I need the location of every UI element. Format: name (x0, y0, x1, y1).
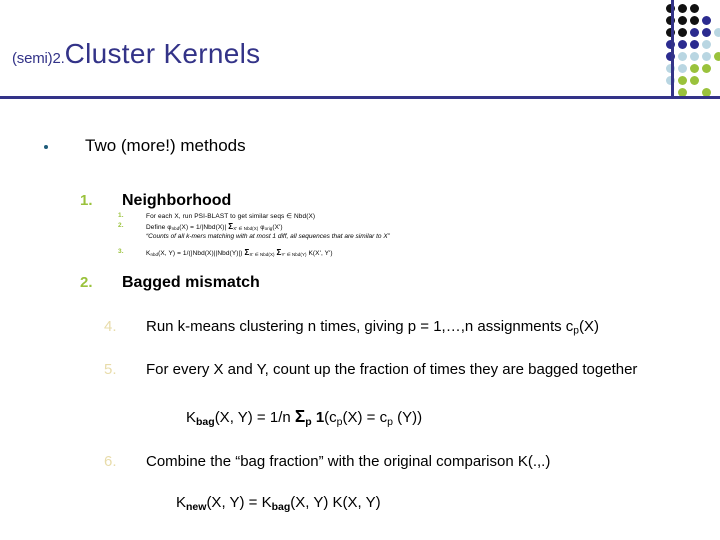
section-number: 2. (80, 274, 93, 291)
dot (690, 28, 699, 37)
sub-item-number: 3. (118, 248, 124, 255)
vertical-divider (671, 0, 674, 97)
title-main: Cluster Kernels (64, 38, 261, 69)
list-item-number: 6. (104, 453, 117, 470)
dot (678, 76, 687, 85)
sub-item-text: Knbd(X, Y) = 1/(|Nbd(X)||Nbd(Y)|) ΣX' ∈ … (146, 248, 333, 258)
list-item-number: 5. (104, 361, 117, 378)
dot (690, 40, 699, 49)
dot (702, 28, 711, 37)
dot (702, 52, 711, 61)
formula-kbag: Kbag(X, Y) = 1/n Σp 1(cp(X) = cp (Y)) (186, 406, 423, 428)
bullet-dot-icon (44, 145, 48, 149)
dot (714, 52, 720, 61)
dot (690, 52, 699, 61)
dot (690, 76, 699, 85)
dot (702, 64, 711, 73)
dot (678, 52, 687, 61)
section-label: Neighborhood (122, 192, 232, 209)
formula-knew: Knew(X, Y) = Kbag(X, Y) K(X, Y) (176, 494, 381, 513)
dot (678, 4, 687, 13)
dot (690, 4, 699, 13)
sub-item-number: 2. (118, 222, 124, 229)
sub-item-text: Define φnbd(X) = 1/|Nbd(X)| ΣX' ∈ Nbd(X)… (146, 222, 283, 232)
sub-item-text: For each X, run PSI-BLAST to get similar… (146, 213, 316, 220)
dot (678, 28, 687, 37)
list-item-number: 4. (104, 318, 117, 335)
dot (678, 40, 687, 49)
horizontal-divider (0, 96, 720, 99)
sub-item-note: “Counts of all k-mers matching with at m… (146, 233, 390, 240)
section-label: Bagged mismatch (122, 274, 260, 291)
dot (678, 64, 687, 73)
dot (690, 16, 699, 25)
dot (690, 64, 699, 73)
title-prefix: (semi)2. (12, 50, 65, 67)
dot (678, 16, 687, 25)
page-title: (semi)2.Cluster Kernels (12, 38, 260, 70)
dot (702, 16, 711, 25)
list-item-text: Combine the “bag fraction” with the orig… (146, 453, 551, 470)
top-bullet-label: Two (more!) methods (85, 136, 246, 155)
list-item-text: For every X and Y, count up the fraction… (146, 361, 638, 378)
decorative-dot-grid (666, 4, 720, 97)
list-item-text: Run k-means clustering n times, giving p… (146, 318, 599, 337)
sub-item-number: 1. (118, 212, 124, 219)
dot (714, 28, 720, 37)
section-number: 1. (80, 192, 93, 209)
dot (702, 40, 711, 49)
